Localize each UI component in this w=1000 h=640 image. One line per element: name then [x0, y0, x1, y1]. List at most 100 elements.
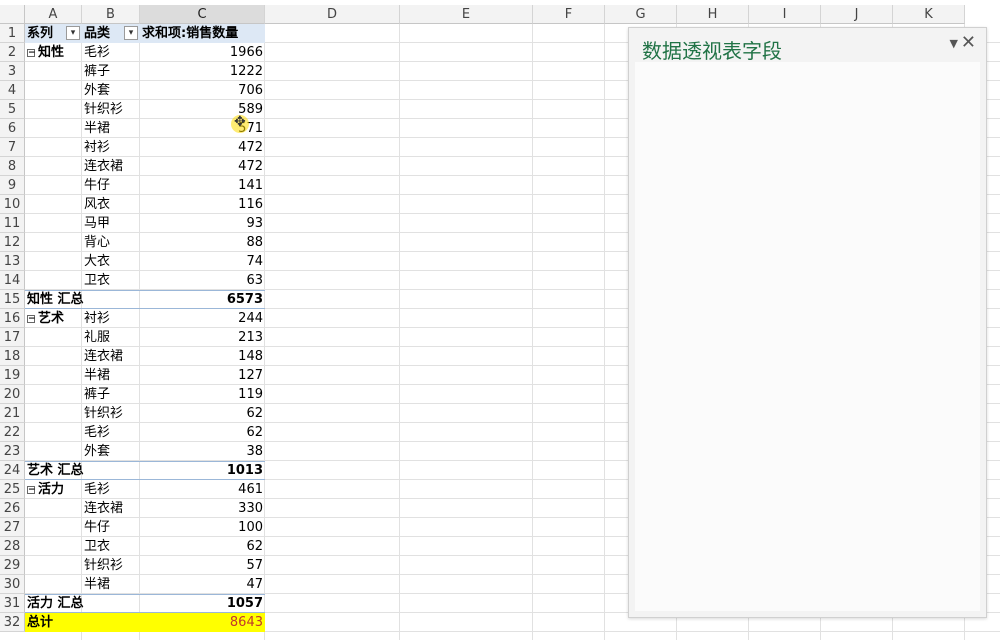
category-cell[interactable]: 针织衫	[82, 556, 140, 575]
category-cell[interactable]: 半裙	[82, 575, 140, 594]
category-cell[interactable]: 外套	[82, 81, 140, 100]
row-header-19[interactable]: 19	[0, 366, 25, 385]
row-header-17[interactable]: 17	[0, 328, 25, 347]
category-cell[interactable]: 毛衫	[82, 423, 140, 442]
row-header-20[interactable]: 20	[0, 385, 25, 404]
row-header-14[interactable]: 14	[0, 271, 25, 290]
row-header-10[interactable]: 10	[0, 195, 25, 214]
row-header-3[interactable]: 3	[0, 62, 25, 81]
row-header-27[interactable]: 27	[0, 518, 25, 537]
category-cell[interactable]: 风衣	[82, 195, 140, 214]
category-cell[interactable]: 大衣	[82, 252, 140, 271]
spreadsheet-grid[interactable]: ABCDEFGHIJK 1 2 3 4 5 6 7 8 9 10 11 12 13 14 15 16 17 18 1…	[0, 0, 1000, 640]
value-cell[interactable]: 62	[140, 537, 265, 556]
category-cell[interactable]: 牛仔	[82, 518, 140, 537]
category-cell[interactable]: 针织衫	[82, 100, 140, 119]
subtotal-label[interactable]: 活力 汇总	[25, 594, 84, 613]
value-cell[interactable]: 148	[140, 347, 265, 366]
row-header-23[interactable]: 23	[0, 442, 25, 461]
collapse-icon[interactable]: −	[27, 314, 36, 323]
column-header-e[interactable]: E	[400, 5, 533, 24]
row-header-11[interactable]: 11	[0, 214, 25, 233]
row-header-24[interactable]: 24	[0, 461, 25, 480]
subtotal-label[interactable]: 艺术 汇总	[25, 461, 84, 480]
subtotal-value[interactable]: 1013	[140, 461, 265, 480]
category-cell[interactable]: 牛仔	[82, 176, 140, 195]
row-header-15[interactable]: 15	[0, 290, 25, 309]
category-cell[interactable]: 背心	[82, 233, 140, 252]
value-cell[interactable]: 74	[140, 252, 265, 271]
value-cell[interactable]: 472	[140, 157, 265, 176]
category-cell[interactable]: 衬衫	[82, 309, 140, 328]
category-cell[interactable]: 衬衫	[82, 138, 140, 157]
filter-dropdown-icon[interactable]: ▾	[66, 26, 80, 40]
value-cell[interactable]: 589	[140, 100, 265, 119]
collapse-icon[interactable]: −	[27, 485, 36, 494]
subtotal-value[interactable]: 6573	[140, 290, 265, 309]
category-cell[interactable]: 礼服	[82, 328, 140, 347]
row-header-18[interactable]: 18	[0, 347, 25, 366]
row-header-25[interactable]: 25	[0, 480, 25, 499]
column-header-f[interactable]: F	[533, 5, 605, 24]
row-header-6[interactable]: 6	[0, 119, 25, 138]
value-cell[interactable]: 88	[140, 233, 265, 252]
value-cell[interactable]: 213	[140, 328, 265, 347]
value-cell[interactable]: 330	[140, 499, 265, 518]
column-header-b[interactable]: B	[82, 5, 140, 24]
category-cell[interactable]: 半裙	[82, 119, 140, 138]
value-cell[interactable]: 57	[140, 556, 265, 575]
value-cell[interactable]: 706	[140, 81, 265, 100]
category-cell[interactable]: 针织衫	[82, 404, 140, 423]
category-cell[interactable]: 连衣裙	[82, 347, 140, 366]
column-header-d[interactable]: D	[265, 5, 400, 24]
category-cell[interactable]: 裤子	[82, 385, 140, 404]
select-all-corner[interactable]	[0, 5, 25, 24]
category-cell[interactable]: 卫衣	[82, 537, 140, 556]
value-cell[interactable]: 119	[140, 385, 265, 404]
value-cell[interactable]: 461	[140, 480, 265, 499]
series-label-0[interactable]: − 知性	[25, 43, 82, 62]
panel-options-dropdown-icon[interactable]: ▼	[950, 37, 958, 50]
row-header-31[interactable]: 31	[0, 594, 25, 613]
grand-total-label[interactable]: 总计	[25, 613, 82, 632]
row-header-8[interactable]: 8	[0, 157, 25, 176]
value-cell[interactable]: 244	[140, 309, 265, 328]
row-header-26[interactable]: 26	[0, 499, 25, 518]
row-header-1[interactable]: 1	[0, 24, 25, 43]
series-label-1[interactable]: − 艺术	[25, 309, 82, 328]
panel-close-icon[interactable]: ✕	[961, 32, 976, 53]
category-cell[interactable]: 卫衣	[82, 271, 140, 290]
row-header-16[interactable]: 16	[0, 309, 25, 328]
column-header-k[interactable]: K	[893, 5, 965, 24]
category-cell[interactable]: 连衣裙	[82, 499, 140, 518]
subtotal-value[interactable]: 1057	[140, 594, 265, 613]
filter-dropdown-icon[interactable]: ▾	[124, 26, 138, 40]
value-cell[interactable]: 93	[140, 214, 265, 233]
value-cell[interactable]: 100	[140, 518, 265, 537]
value-cell[interactable]: 116	[140, 195, 265, 214]
column-header-h[interactable]: H	[677, 5, 749, 24]
pivot-field-panel[interactable]: 数据透视表字段 ▼ ✕	[628, 27, 987, 618]
value-cell[interactable]: 141	[140, 176, 265, 195]
collapse-icon[interactable]: −	[27, 48, 36, 57]
column-header-a[interactable]: A	[25, 5, 82, 24]
column-header-c[interactable]: C	[140, 5, 265, 24]
category-cell[interactable]: 连衣裙	[82, 157, 140, 176]
row-header-29[interactable]: 29	[0, 556, 25, 575]
subtotal-label[interactable]: 知性 汇总	[25, 290, 84, 309]
row-header-22[interactable]: 22	[0, 423, 25, 442]
category-cell[interactable]: 马甲	[82, 214, 140, 233]
value-cell[interactable]: 63	[140, 271, 265, 290]
series-label-2[interactable]: − 活力	[25, 480, 82, 499]
row-header-28[interactable]: 28	[0, 537, 25, 556]
category-cell[interactable]: 毛衫	[82, 480, 140, 499]
grand-total-value[interactable]: 8643	[140, 613, 265, 632]
row-header-21[interactable]: 21	[0, 404, 25, 423]
row-header-9[interactable]: 9	[0, 176, 25, 195]
row-header-2[interactable]: 2	[0, 43, 25, 62]
value-cell[interactable]: 472	[140, 138, 265, 157]
value-cell[interactable]: 38	[140, 442, 265, 461]
row-header-5[interactable]: 5	[0, 100, 25, 119]
category-cell[interactable]: 外套	[82, 442, 140, 461]
value-cell[interactable]: 1966	[140, 43, 265, 62]
